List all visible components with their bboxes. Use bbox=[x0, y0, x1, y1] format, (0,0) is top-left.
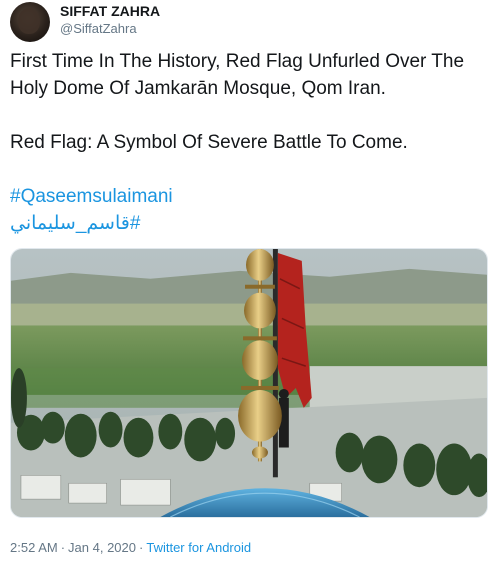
media-photo bbox=[11, 249, 487, 517]
tweet-text-line-2: Red Flag: A Symbol Of Severe Battle To C… bbox=[10, 132, 408, 153]
tweet-header: SIFFAT ZAHRA @SiffatZahra bbox=[10, 2, 160, 42]
author-names: SIFFAT ZAHRA @SiffatZahra bbox=[60, 3, 160, 37]
tweet-card: SIFFAT ZAHRA @SiffatZahra First Time In … bbox=[0, 0, 500, 565]
tweet-text-line-1: First Time In The History, Red Flag Unfu… bbox=[10, 51, 465, 99]
footer-separator-2: · bbox=[139, 540, 144, 555]
hashtag-link-ar[interactable]: #قاسم_سليماني bbox=[10, 210, 488, 237]
tweet-footer: 2:52 AM · Jan 4, 2020 · Twitter for Android bbox=[10, 540, 251, 556]
tweet-media-image[interactable] bbox=[10, 248, 488, 518]
footer-separator: · bbox=[60, 540, 66, 555]
author-handle[interactable]: @SiffatZahra bbox=[60, 20, 160, 37]
tweet-source-link[interactable]: Twitter for Android bbox=[146, 540, 251, 555]
avatar[interactable] bbox=[10, 2, 50, 42]
tweet-date[interactable]: Jan 4, 2020 bbox=[68, 540, 136, 555]
tweet-text: First Time In The History, Red Flag Unfu… bbox=[10, 48, 488, 237]
author-display-name[interactable]: SIFFAT ZAHRA bbox=[60, 3, 160, 20]
hashtag-link-en[interactable]: #Qaseemsulaimani bbox=[10, 186, 173, 207]
tweet-time[interactable]: 2:52 AM bbox=[10, 540, 58, 555]
